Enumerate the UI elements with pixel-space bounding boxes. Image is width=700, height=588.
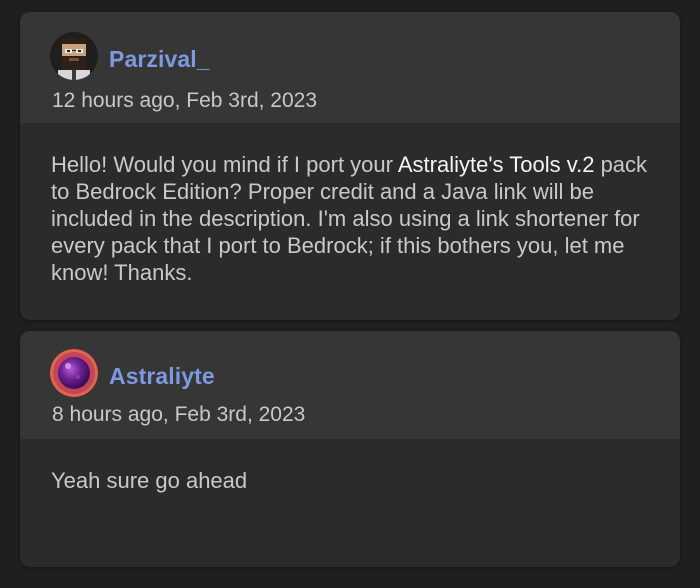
comment-header: Parzival_ 12 hours ago, Feb 3rd, 2023 xyxy=(20,12,680,123)
purple-orb-avatar-icon[interactable] xyxy=(50,349,98,397)
comment-text: Hello! Would you mind if I port your xyxy=(51,152,398,177)
comment-card: Parzival_ 12 hours ago, Feb 3rd, 2023 He… xyxy=(20,12,680,320)
comment-timestamp: 12 hours ago, Feb 3rd, 2023 xyxy=(52,89,318,112)
username-link[interactable]: Parzival_ xyxy=(109,46,210,73)
comment-body: Hello! Would you mind if I port your Ast… xyxy=(20,123,680,286)
username-link[interactable]: Astraliyte xyxy=(109,363,215,390)
comment-text: Yeah sure go ahead xyxy=(51,468,248,493)
pixel-bearded-man-avatar-icon[interactable] xyxy=(50,32,98,80)
comment-timestamp: 8 hours ago, Feb 3rd, 2023 xyxy=(52,403,306,426)
comment-thread: Parzival_ 12 hours ago, Feb 3rd, 2023 He… xyxy=(0,0,700,588)
pack-link[interactable]: Astraliyte's Tools v.2 xyxy=(398,152,595,177)
comment-body: Yeah sure go ahead xyxy=(20,439,680,494)
comment-header: Astraliyte 8 hours ago, Feb 3rd, 2023 xyxy=(20,331,680,439)
comment-card: Astraliyte 8 hours ago, Feb 3rd, 2023 Ye… xyxy=(20,331,680,567)
